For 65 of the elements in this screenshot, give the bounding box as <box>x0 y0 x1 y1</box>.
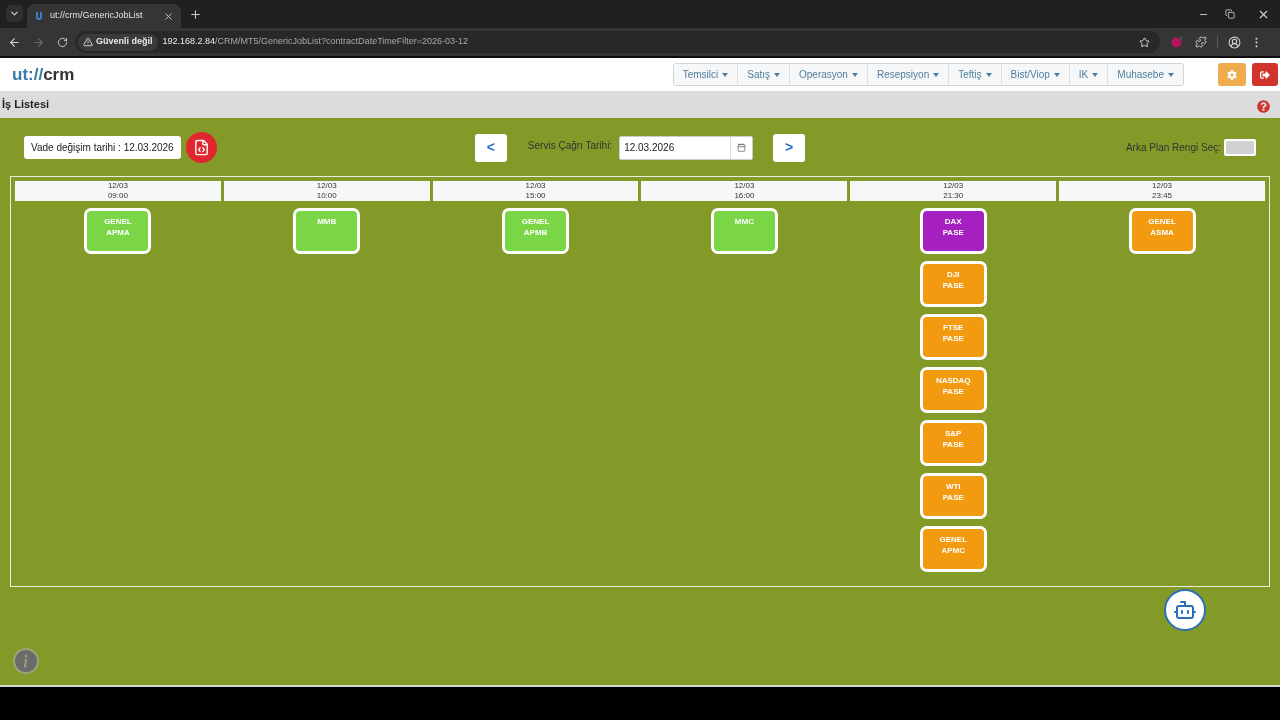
previous-button[interactable]: < <box>474 133 507 162</box>
menu-dropdown[interactable]: IK <box>1068 64 1108 85</box>
caret-down-icon <box>985 72 992 77</box>
puzzle-icon[interactable] <box>1195 36 1207 48</box>
info-icon <box>15 650 37 672</box>
menu-dropdown[interactable]: Temsilci <box>673 64 738 85</box>
job-card[interactable]: GENEL APMC <box>919 526 987 572</box>
job-card[interactable]: DAX PASE <box>919 208 987 254</box>
robot-icon <box>1173 598 1197 622</box>
help-icon[interactable] <box>1257 100 1270 113</box>
chevron-down-icon <box>9 8 20 19</box>
menu-dropdown[interactable]: Operasyon <box>789 64 867 85</box>
caret-down-icon <box>774 72 780 77</box>
favicon-icon <box>34 11 44 21</box>
menu-dropdown[interactable]: Muhasebe <box>1107 64 1183 85</box>
security-chip[interactable]: Güvenli değil <box>78 33 158 51</box>
job-card[interactable]: DJI PASE <box>919 261 987 307</box>
job-card[interactable]: S&P PASE <box>919 420 987 466</box>
menu-dropdown[interactable]: Teftiş <box>948 64 1001 85</box>
menu-dropdown[interactable]: Bist/Viop <box>1000 64 1069 85</box>
calendar-icon[interactable] <box>737 143 747 152</box>
column-header: 12/03 23:45 <box>1059 181 1265 201</box>
caret-down-icon <box>851 72 858 77</box>
next-button[interactable]: > <box>773 133 806 162</box>
job-card[interactable]: WTI PASE <box>919 473 987 519</box>
column-header: 12/03 21:30 <box>850 181 1057 201</box>
tab-title: ut://crm/GenericJobList <box>50 9 144 23</box>
assistant-button[interactable] <box>1164 589 1206 631</box>
job-card[interactable]: FTSE PASE <box>919 314 987 360</box>
job-card[interactable]: GENEL ASMA <box>1128 208 1196 254</box>
color-picker-field[interactable] <box>1224 139 1256 156</box>
column-header: 12/03 09:00 <box>15 181 221 201</box>
warning-icon <box>83 37 93 47</box>
code-file-icon[interactable] <box>185 132 217 163</box>
close-icon[interactable] <box>163 10 174 22</box>
date-field[interactable]: 12.03.2026 <box>619 135 754 160</box>
caret-down-icon <box>1092 72 1099 77</box>
service-date-label: Servis Çağrı Tarihi: <box>527 139 613 153</box>
restore-icon[interactable] <box>1225 9 1235 19</box>
caret-down-icon <box>722 72 729 77</box>
caret-down-icon <box>933 72 940 77</box>
menu-dropdown[interactable]: Resepsiyon <box>866 64 949 85</box>
star-icon[interactable] <box>1139 36 1150 48</box>
caret-down-icon <box>1053 72 1060 77</box>
logo-text: ut://crm <box>12 63 75 86</box>
column-header: 12/03 16:00 <box>641 181 848 201</box>
caret-down-icon <box>1168 72 1174 77</box>
page-title: İş Listesi <box>2 97 50 113</box>
url-text: 192.168.2.84/CRM/MT5/GenericJobList?contractDateTimeFilter=2026-03-12 <box>162 35 469 49</box>
column-header: 12/03 15:00 <box>432 181 639 201</box>
settings-icon <box>1227 69 1237 80</box>
profile-icon[interactable] <box>1228 35 1241 49</box>
reload-icon[interactable] <box>57 36 68 48</box>
logout-icon <box>1260 69 1270 80</box>
address-bar[interactable]: Güvenli değil 192.168.2.84/CRM/MT5/GenericJobList?contractDateTimeFilter=2026-03-12 <box>75 31 1160 53</box>
menu-dropdown[interactable]: Satış <box>737 64 789 85</box>
logout-button[interactable] <box>1252 63 1278 86</box>
column-header: 12/03 10:00 <box>223 181 430 201</box>
new-tab-icon[interactable] <box>189 8 202 21</box>
tab-list-button[interactable] <box>6 5 23 22</box>
background-color-label: Arka Plan Rengi Seç: <box>1125 141 1221 155</box>
back-icon[interactable] <box>8 35 21 49</box>
job-card[interactable]: NASDAQ PASE <box>919 367 987 413</box>
expiry-date-label: Vade değişim tarihi : 12.03.2026 <box>24 136 181 159</box>
browser-tab[interactable]: ut://crm/GenericJobList <box>27 4 181 28</box>
